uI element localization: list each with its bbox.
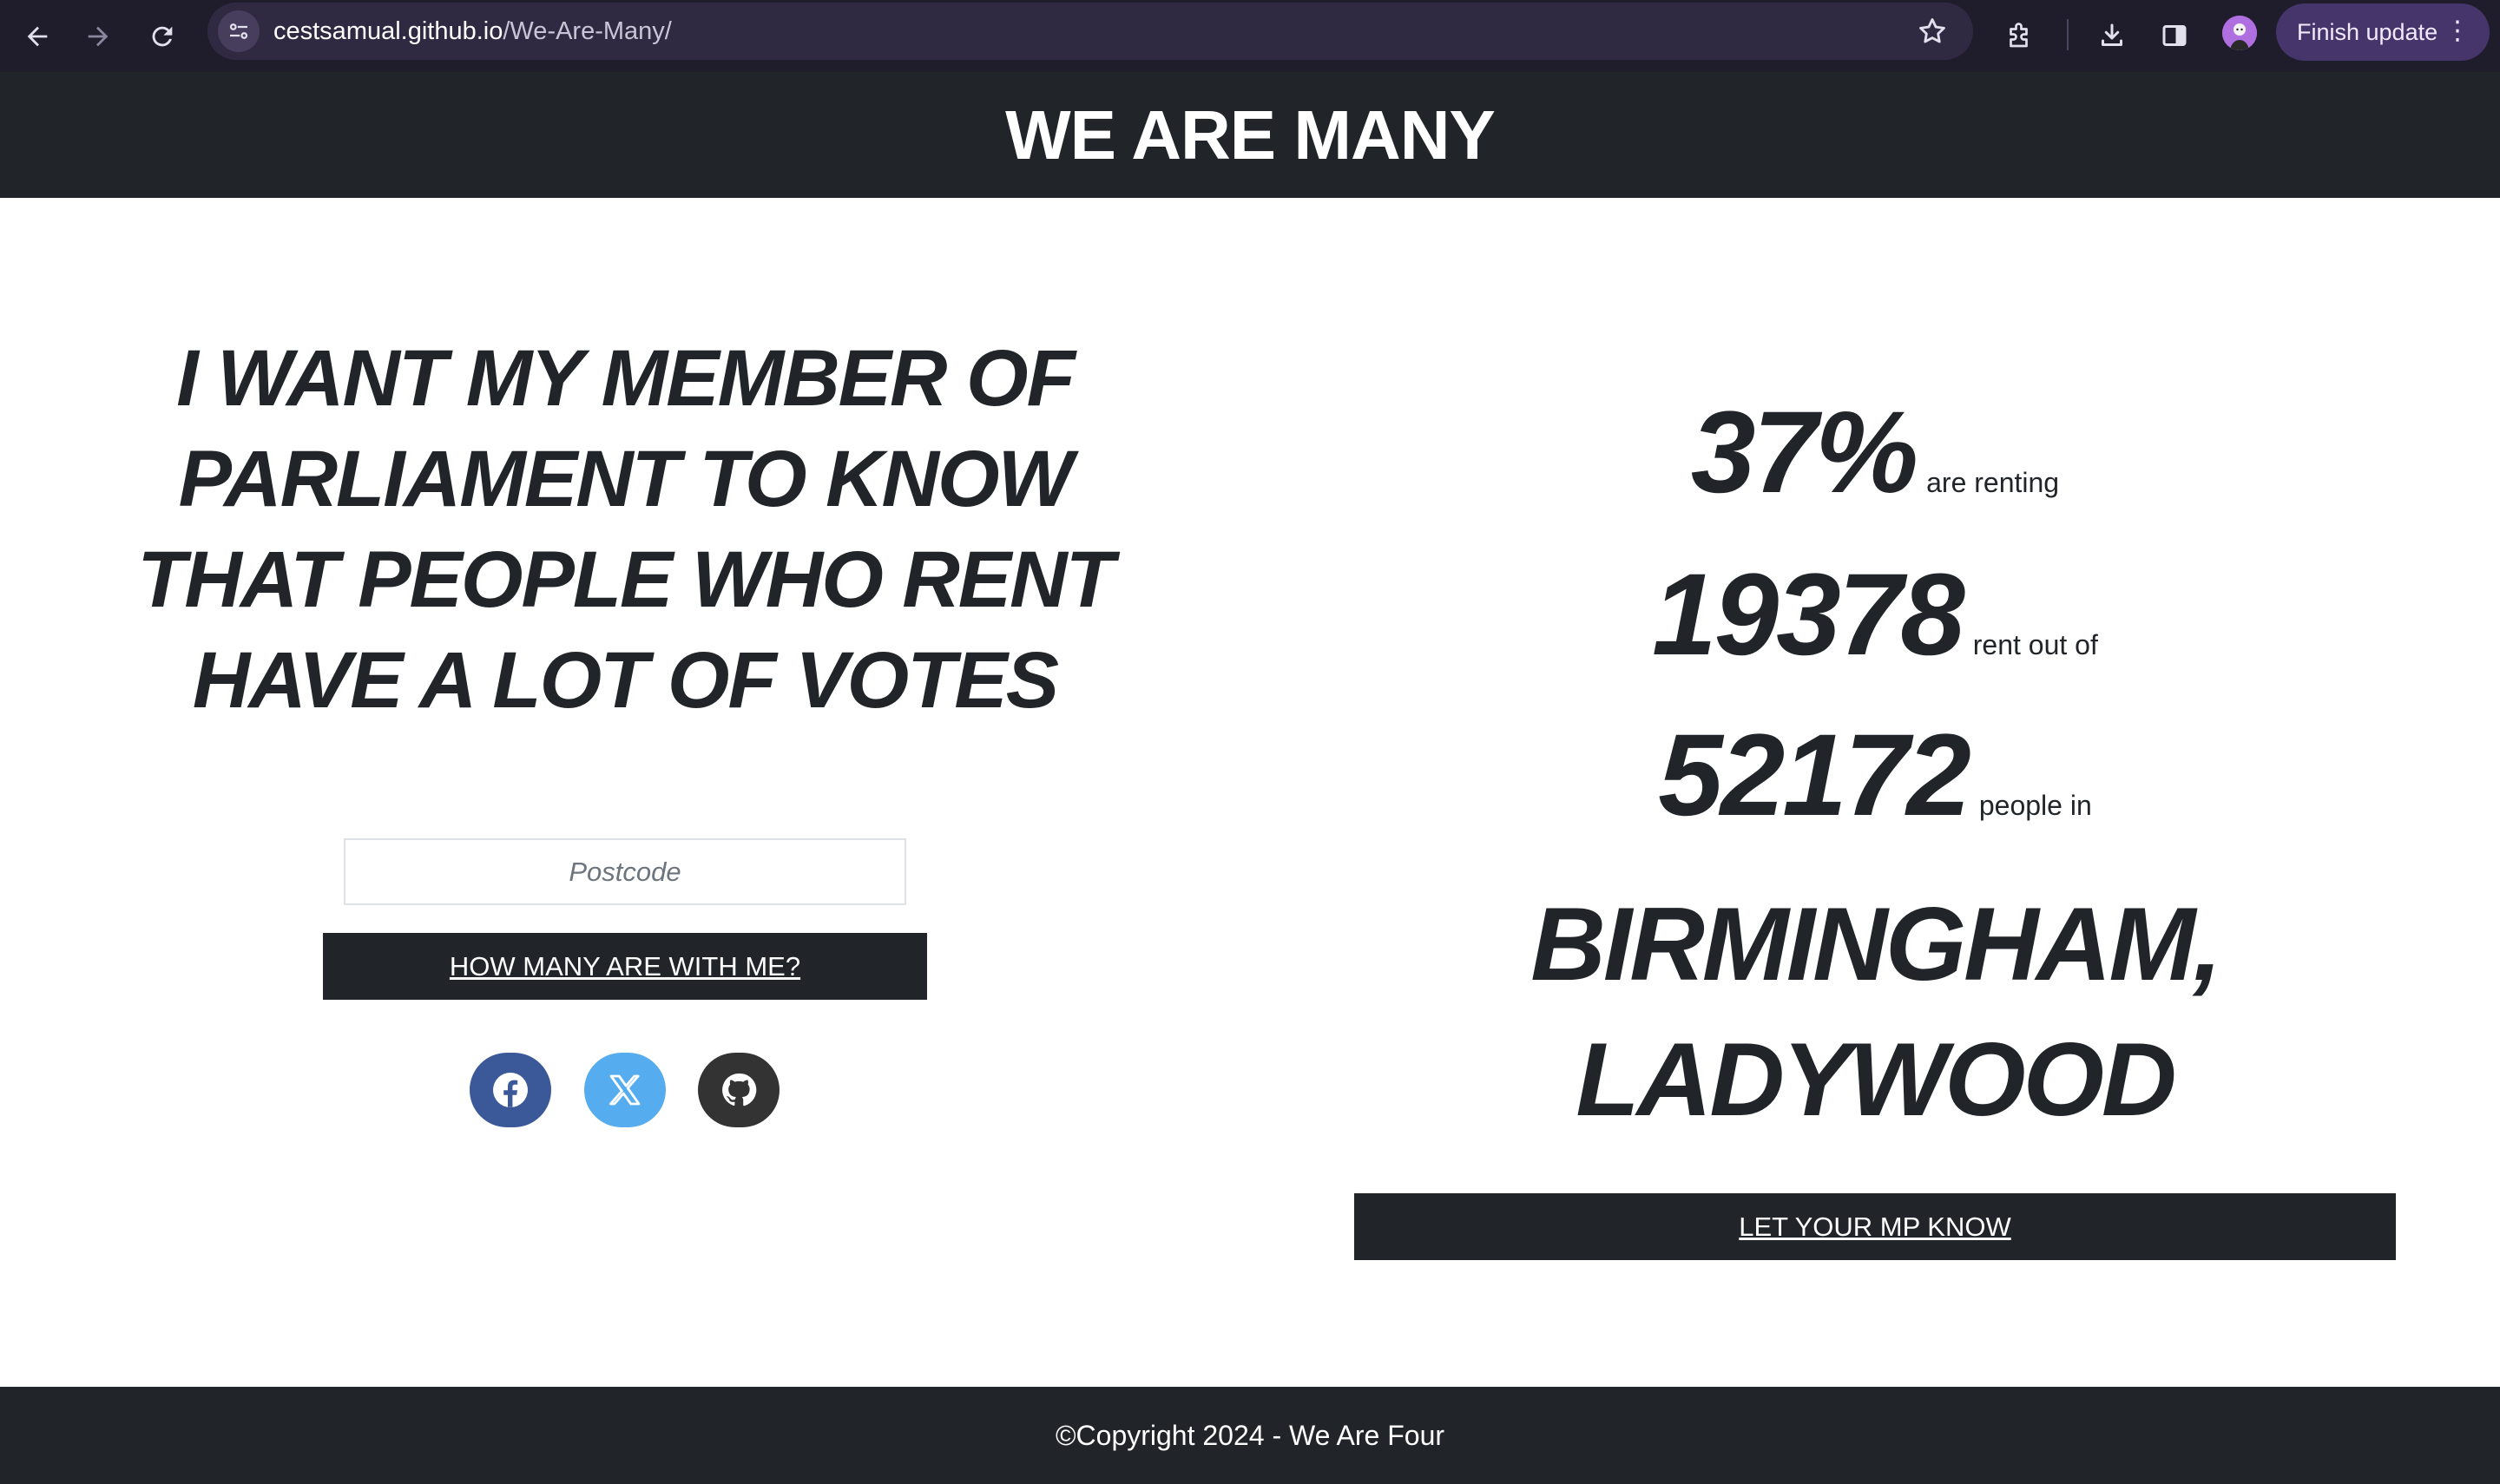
x-icon	[609, 1074, 641, 1106]
site-info-icon	[229, 23, 248, 39]
let-your-mp-know-label: LET YOUR MP KNOW	[1739, 1211, 2011, 1242]
forward-button[interactable]	[76, 15, 120, 58]
back-icon	[27, 26, 48, 47]
how-many-button-label: HOW MANY ARE WITH ME?	[449, 950, 801, 982]
stat-population-row: 52172 people in	[1354, 709, 2396, 842]
x-share-button[interactable]	[584, 1053, 666, 1127]
reload-icon	[152, 26, 173, 47]
stat-percent-row: 37% are renting	[1354, 386, 2396, 519]
facebook-icon	[493, 1073, 528, 1107]
reload-button[interactable]	[141, 15, 184, 58]
bookmark-star-icon[interactable]	[1916, 15, 1949, 48]
side-panel-icon	[2162, 25, 2187, 46]
stat-population: 52172	[1658, 711, 1971, 840]
postcode-input[interactable]	[344, 838, 906, 905]
headline: I WANT MY MEMBER OF PARLIAMENT TO KNOW T…	[137, 334, 1115, 725]
forward-icon	[88, 26, 109, 47]
finish-update-label: Finish update	[2297, 18, 2438, 45]
download-icon	[2102, 23, 2122, 46]
site-header: WE ARE MANY	[0, 72, 2500, 198]
profile-avatar[interactable]	[2222, 16, 2257, 50]
browser-toolbar: cestsamual.github.io/We-Are-Many/ Finish…	[0, 0, 2500, 72]
github-button[interactable]	[698, 1053, 780, 1127]
stat-percent: 37%	[1690, 388, 1918, 517]
address-bar[interactable]: cestsamual.github.io/We-Are-Many/	[207, 3, 1973, 60]
extensions-button[interactable]	[1998, 14, 2042, 57]
stat-renters: 19378	[1652, 550, 1965, 680]
stat-renters-label: rent out of	[1972, 629, 2098, 660]
constituency-line-2: LADYWOOD	[1576, 1021, 2176, 1138]
stat-population-label: people in	[1978, 790, 2092, 821]
constituency-name: BIRMINGHAM, LADYWOOD	[1354, 877, 2396, 1147]
let-your-mp-know-button[interactable]: LET YOUR MP KNOW	[1354, 1193, 2396, 1260]
how-many-button[interactable]: HOW MANY ARE WITH ME?	[323, 933, 927, 1000]
avatar-icon	[2222, 16, 2257, 50]
site-footer: ©Copyright 2024 - We Are Four	[0, 1387, 2500, 1484]
toolbar-divider	[2067, 19, 2069, 50]
back-button[interactable]	[16, 15, 59, 58]
site-title: WE ARE MANY	[1005, 95, 1496, 174]
stat-renters-row: 19378 rent out of	[1354, 548, 2396, 681]
finish-update-button[interactable]: Finish update ⋮	[2276, 3, 2490, 61]
browser-menu-icon[interactable]: ⋮	[2444, 16, 2470, 47]
side-panel-button[interactable]	[2153, 14, 2196, 57]
url-text: cestsamual.github.io/We-Are-Many/	[273, 17, 672, 45]
copyright-text: ©Copyright 2024 - We Are Four	[1055, 1419, 1445, 1451]
github-icon	[722, 1073, 757, 1106]
constituency-line-1: BIRMINGHAM,	[1530, 886, 2222, 1002]
downloads-button[interactable]	[2090, 14, 2134, 57]
stat-percent-label: are renting	[1926, 467, 2060, 498]
facebook-share-button[interactable]	[470, 1053, 551, 1127]
site-info-button[interactable]	[218, 10, 260, 52]
extensions-icon	[2010, 23, 2028, 48]
